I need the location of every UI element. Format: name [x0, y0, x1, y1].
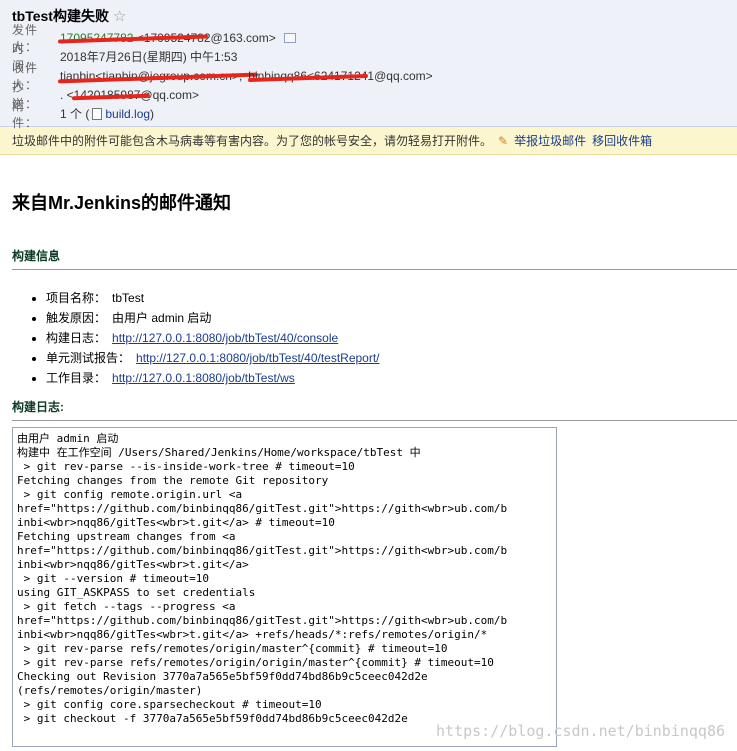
divider — [12, 420, 737, 421]
build-info-label: 单元测试报告： — [46, 351, 131, 365]
build-info-item: 单元测试报告： http://127.0.0.1:8080/job/tbTest/… — [46, 348, 725, 368]
console-line: 由用户 admin 启动 — [17, 432, 119, 445]
console-line: href="https://github.com/binbinqq86/gitT… — [17, 502, 508, 515]
build-info-title: 构建信息 — [12, 249, 61, 263]
attach-close: ) — [150, 106, 155, 121]
divider — [12, 269, 737, 270]
sender-row: 发件人： 17095247782 <1709524782@163.com> — [12, 23, 727, 54]
attachment-row: 附 件： 1 个 ( build.log ) — [12, 99, 727, 130]
console-line: Fetching upstream changes from <a — [17, 530, 236, 543]
build-log-title: 构建日志: — [12, 400, 64, 414]
build-info-link[interactable]: http://127.0.0.1:8080/job/tbTest/40/cons… — [112, 331, 338, 345]
console-line: > git rev-parse refs/remotes/origin/orig… — [17, 656, 494, 669]
build-info-link[interactable]: http://127.0.0.1:8080/job/tbTest/ws — [112, 371, 295, 385]
build-info-label: 项目名称： — [46, 291, 107, 305]
report-spam-icon: ✎ — [498, 133, 509, 148]
star-icon[interactable]: ☆ — [113, 7, 126, 25]
recipients-row: 收件人： tianbin<tianbin@jegroup.com.cn>; bi… — [12, 61, 727, 92]
build-info-value: 由用户 admin 启动 — [112, 311, 212, 325]
console-line: > git fetch --tags --progress <a — [17, 600, 236, 613]
mail-header: tbTest构建失败 ☆ 发件人： 17095247782 <170952478… — [0, 0, 737, 130]
page-title: 来自Mr.Jenkins的邮件通知 — [12, 193, 232, 213]
attach-count: 1 个 ( — [60, 107, 90, 121]
subject-row: tbTest构建失败 ☆ — [12, 4, 727, 28]
console-line: > git config remote.origin.url <a — [17, 488, 243, 501]
warning-text: 垃圾邮件中的附件可能包含木马病毒等有害内容。为了您的帐号安全，请勿轻易打开附件。 — [12, 134, 493, 148]
time-row: 时 间： 2018年7月26日(星期四) 中午1:53 — [12, 42, 727, 73]
build-info-item: 项目名称： tbTest — [46, 288, 725, 308]
build-info-list: 项目名称： tbTest 触发原因： 由用户 admin 启动构建日志： http://… — [46, 288, 725, 388]
build-info-link[interactable]: http://127.0.0.1:8080/job/tbTest/40/test… — [136, 351, 380, 365]
build-info-label: 工作目录： — [46, 371, 107, 385]
mail-body: 来自Mr.Jenkins的邮件通知 构建信息 项目名称： tbTest 触发原因： 由… — [0, 189, 737, 747]
build-info-item: 工作目录： http://127.0.0.1:8080/job/tbTest/ws — [46, 368, 725, 388]
recipient-2[interactable]: binbinqq86<624171241@qq.com> — [248, 69, 433, 83]
build-info-value: tbTest — [112, 291, 145, 305]
time-value: 2018年7月26日(星期四) 中午1:53 — [60, 50, 238, 64]
attach-label: 附 件： — [12, 98, 39, 130]
console-line: 构建中 在工作空间 /Users/Shared/Jenkins/Home/wor… — [17, 446, 421, 459]
recipient-1[interactable]: tianbin<tianbin@jegroup.com.cn>; — [57, 69, 259, 83]
console-line: inbi<wbr>nqq86/gitTes<wbr>t.git</a> # ti… — [17, 516, 335, 529]
move-to-inbox-link[interactable]: 移回收件箱 — [592, 132, 652, 149]
build-info-label: 构建日志： — [46, 331, 107, 345]
spam-warning-bar: 垃圾邮件中的附件可能包含木马病毒等有害内容。为了您的帐号安全，请勿轻易打开附件。… — [0, 127, 737, 155]
watermark: https://blog.csdn.net/binbinqq86 — [436, 722, 725, 740]
cc-row: 抄 送： . <1420185987@qq.com> — [12, 80, 727, 111]
contact-card-icon[interactable] — [283, 32, 296, 43]
console-line: inbi<wbr>nqq86/gitTes<wbr>t.git</a> +ref… — [17, 628, 488, 641]
console-line: href="https://github.com/binbinqq86/gitT… — [17, 544, 508, 557]
cc-value[interactable]: . <1420185987@qq.com> — [60, 88, 199, 102]
console-line: (refs/remotes/origin/master) — [17, 684, 203, 697]
report-spam-link[interactable]: 举报垃圾邮件 — [514, 132, 586, 149]
build-info-item: 触发原因： 由用户 admin 启动 — [46, 308, 725, 328]
console-log-box[interactable]: 由用户 admin 启动 构建中 在工作空间 /Users/Shared/Jenk… — [12, 427, 557, 747]
console-line: > git rev-parse --is-inside-work-tree # … — [17, 460, 355, 473]
console-line: inbi<wbr>nqq86/gitTes<wbr>t.git</a> — [17, 558, 249, 571]
file-icon — [92, 107, 103, 120]
console-line: Fetching changes from the remote Git rep… — [17, 474, 329, 487]
build-info-label: 触发原因： — [46, 311, 107, 325]
console-line: Checking out Revision 3770a7a565e5bf59f0… — [17, 670, 428, 683]
console-line: using GIT_ASKPASS to set credentials — [17, 586, 256, 599]
build-info-item: 构建日志： http://127.0.0.1:8080/job/tbTest/40… — [46, 328, 725, 348]
console-line: href="https://github.com/binbinqq86/gitT… — [17, 614, 508, 627]
attachment-link[interactable]: build.log — [105, 107, 150, 121]
console-line: > git rev-parse refs/remotes/origin/mast… — [17, 642, 448, 655]
sender-value[interactable]: 17095247782 <1709524782@163.com> — [57, 31, 276, 45]
console-line: > git config core.sparsecheckout # timeo… — [17, 698, 322, 711]
console-line: > git --version # timeout=10 — [17, 572, 210, 585]
